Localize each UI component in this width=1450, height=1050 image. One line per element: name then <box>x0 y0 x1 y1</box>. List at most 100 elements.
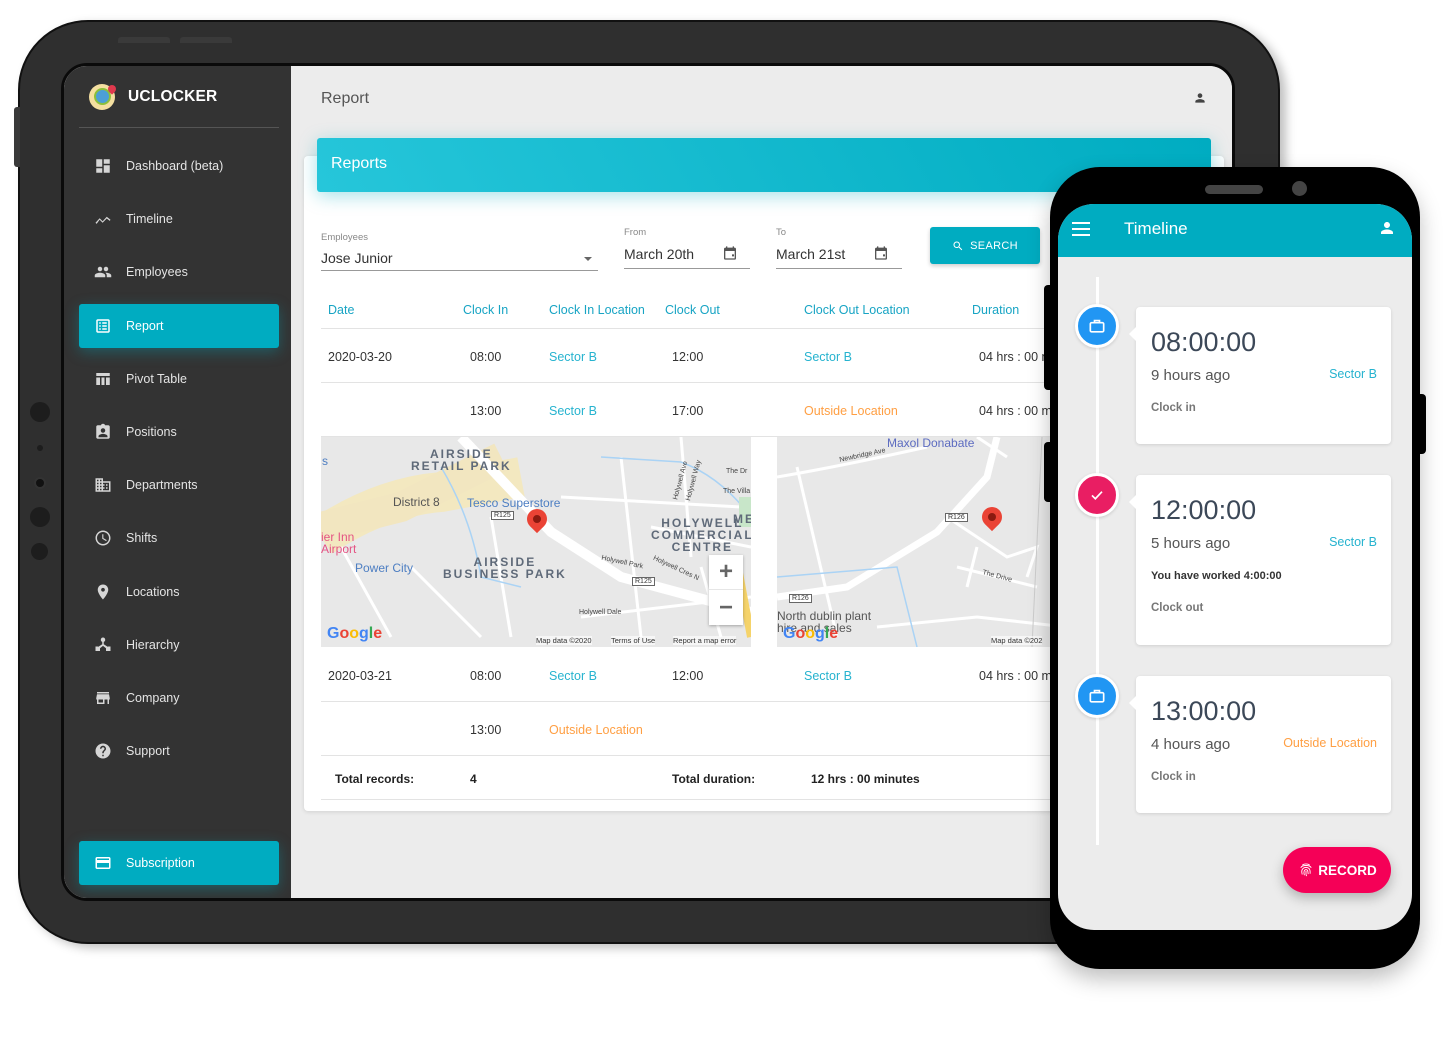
sidebar-item-subscription[interactable]: Subscription <box>79 841 279 885</box>
road-tag: R126 <box>789 594 812 603</box>
clock-icon <box>94 529 112 547</box>
employees-select[interactable]: Jose Junior <box>321 250 393 266</box>
cell-clock-in-location[interactable]: Sector B <box>549 669 597 683</box>
zoom-in-button[interactable]: + <box>709 555 743 590</box>
hamburger-menu-icon[interactable] <box>1072 222 1090 236</box>
brand[interactable]: UCLOCKER <box>79 66 279 128</box>
entry-location[interactable]: Sector B <box>1329 367 1377 381</box>
sidebar-item-label: Company <box>126 690 180 705</box>
entry-type: Clock out <box>1151 602 1204 614</box>
cell-clock-out-location[interactable]: Sector B <box>804 350 852 364</box>
record-button-label: RECORD <box>1318 862 1377 878</box>
road-tag: R125 <box>491 511 514 520</box>
calendar-icon[interactable] <box>873 245 889 261</box>
tablet-sensor <box>31 543 48 560</box>
map-clock-out[interactable]: Maxol Donabate Newbridge Ave R126 R126 T… <box>777 437 1067 647</box>
hierarchy-icon <box>94 636 112 654</box>
map-clock-in[interactable]: AIRSIDE RETAIL PARK HOLYWELL COMMERCIAL … <box>321 437 751 647</box>
entry-location[interactable]: Outside Location <box>1283 736 1377 750</box>
from-date-input[interactable]: March 20th <box>624 246 694 262</box>
tablet-sensor <box>30 507 50 527</box>
phone-power-button <box>1418 394 1426 454</box>
record-button[interactable]: RECORD <box>1283 847 1391 893</box>
map-poi-label[interactable]: Power City <box>355 561 413 575</box>
cell-clock-out-location[interactable]: Sector B <box>804 669 852 683</box>
from-underline <box>624 268 750 269</box>
map-data-attribution: Map data ©2020 <box>536 636 592 645</box>
map-poi-label[interactable]: s <box>322 454 328 468</box>
map-poi-label[interactable]: ier Inn Airport <box>321 531 356 555</box>
entry-worked-note: You have worked 4:00:00 <box>1151 570 1282 582</box>
column-header-date[interactable]: Date <box>328 303 354 317</box>
entry-location[interactable]: Sector B <box>1329 535 1377 549</box>
to-underline <box>776 268 902 269</box>
sidebar-item-company[interactable]: Company <box>79 676 279 720</box>
column-header-clock-out-location[interactable]: Clock Out Location <box>804 303 910 317</box>
timeline-entry[interactable]: 12:00:00 5 hours ago Sector B You have w… <box>1129 475 1391 645</box>
tablet-sensor <box>30 402 50 422</box>
timeline-entry[interactable]: 08:00:00 9 hours ago Sector B Clock in <box>1129 307 1391 444</box>
sidebar-nav: Dashboard (beta) Timeline Employees Repo… <box>79 144 279 782</box>
timeline-entry[interactable]: 13:00:00 4 hours ago Outside Location Cl… <box>1129 676 1391 813</box>
map-poi-label[interactable]: District 8 <box>393 495 440 509</box>
phone-screen: Timeline 08:00:00 9 hours ago Sector B C… <box>1058 204 1412 930</box>
cell-clock-in-location[interactable]: Outside Location <box>549 723 643 737</box>
column-header-duration[interactable]: Duration <box>972 303 1019 317</box>
zoom-out-button[interactable]: − <box>709 590 743 625</box>
globe-pin-icon <box>89 82 118 110</box>
sidebar-item-locations[interactable]: Locations <box>79 570 279 614</box>
search-button[interactable]: SEARCH <box>930 227 1040 264</box>
calendar-icon[interactable] <box>722 245 738 261</box>
to-date-input[interactable]: March 21st <box>776 246 845 262</box>
total-records-label: Total records: <box>335 772 415 786</box>
tablet-volume-button <box>118 37 170 43</box>
table-icon <box>94 370 112 388</box>
page-title: Report <box>321 90 370 107</box>
brand-name: UCLOCKER <box>128 87 218 105</box>
badge-icon <box>94 423 112 441</box>
sidebar-item-label: Timeline <box>126 212 173 227</box>
person-icon[interactable] <box>1378 219 1396 237</box>
sidebar-item-report[interactable]: Report <box>79 303 279 348</box>
entry-type: Clock in <box>1151 402 1196 414</box>
phone-speaker <box>1205 185 1263 194</box>
report-map-error-link[interactable]: Report a map error <box>673 636 737 645</box>
sidebar-item-positions[interactable]: Positions <box>79 410 279 454</box>
cell-clock-out: 12:00 <box>672 669 704 683</box>
report-list-icon <box>94 317 112 335</box>
terms-of-use-link[interactable]: Terms of Use <box>611 636 656 645</box>
phone-camera <box>1292 181 1307 196</box>
sidebar-item-departments[interactable]: Departments <box>79 463 279 507</box>
cell-clock-in-location[interactable]: Sector B <box>549 350 597 364</box>
street-label: The Villa <box>723 488 751 495</box>
cell-clock-in: 13:00 <box>470 723 502 737</box>
column-header-clock-in-location[interactable]: Clock In Location <box>549 303 645 317</box>
column-header-clock-in[interactable]: Clock In <box>463 303 508 317</box>
chevron-down-icon[interactable] <box>584 257 592 261</box>
sidebar-item-label: Subscription <box>126 856 195 870</box>
sidebar-item-pivot-table[interactable]: Pivot Table <box>79 357 279 401</box>
street-label: Holywell Dale <box>579 609 622 616</box>
sidebar-item-timeline[interactable]: Timeline <box>79 197 279 241</box>
road-tag: R125 <box>632 577 655 586</box>
map-poi-label[interactable]: Tesco Superstore <box>467 496 560 510</box>
person-icon[interactable] <box>1193 91 1207 105</box>
total-duration-label: Total duration: <box>672 772 756 786</box>
sidebar-item-shifts[interactable]: Shifts <box>79 516 279 560</box>
sidebar-item-dashboard[interactable]: Dashboard (beta) <box>79 144 279 188</box>
cell-clock-out-location[interactable]: Outside Location <box>804 404 898 418</box>
sidebar-item-support[interactable]: Support <box>79 729 279 773</box>
map-poi-label[interactable]: Maxol Donabate <box>887 437 974 450</box>
cell-duration: 04 hrs : 00 mi <box>979 404 1055 418</box>
cell-date: 2020-03-21 <box>328 669 392 683</box>
column-header-clock-out[interactable]: Clock Out <box>665 303 720 317</box>
sidebar-item-employees[interactable]: Employees <box>79 250 279 294</box>
employees-label: Employees <box>321 232 368 243</box>
entry-time-ago: 9 hours ago <box>1151 367 1231 384</box>
sidebar-item-hierarchy[interactable]: Hierarchy <box>79 623 279 667</box>
sidebar: UCLOCKER Dashboard (beta) Timeline Emplo… <box>64 66 291 898</box>
phone-side-button <box>1044 285 1052 390</box>
timeline-icon <box>94 210 112 228</box>
sidebar-item-label: Support <box>126 744 170 759</box>
cell-clock-in-location[interactable]: Sector B <box>549 404 597 418</box>
